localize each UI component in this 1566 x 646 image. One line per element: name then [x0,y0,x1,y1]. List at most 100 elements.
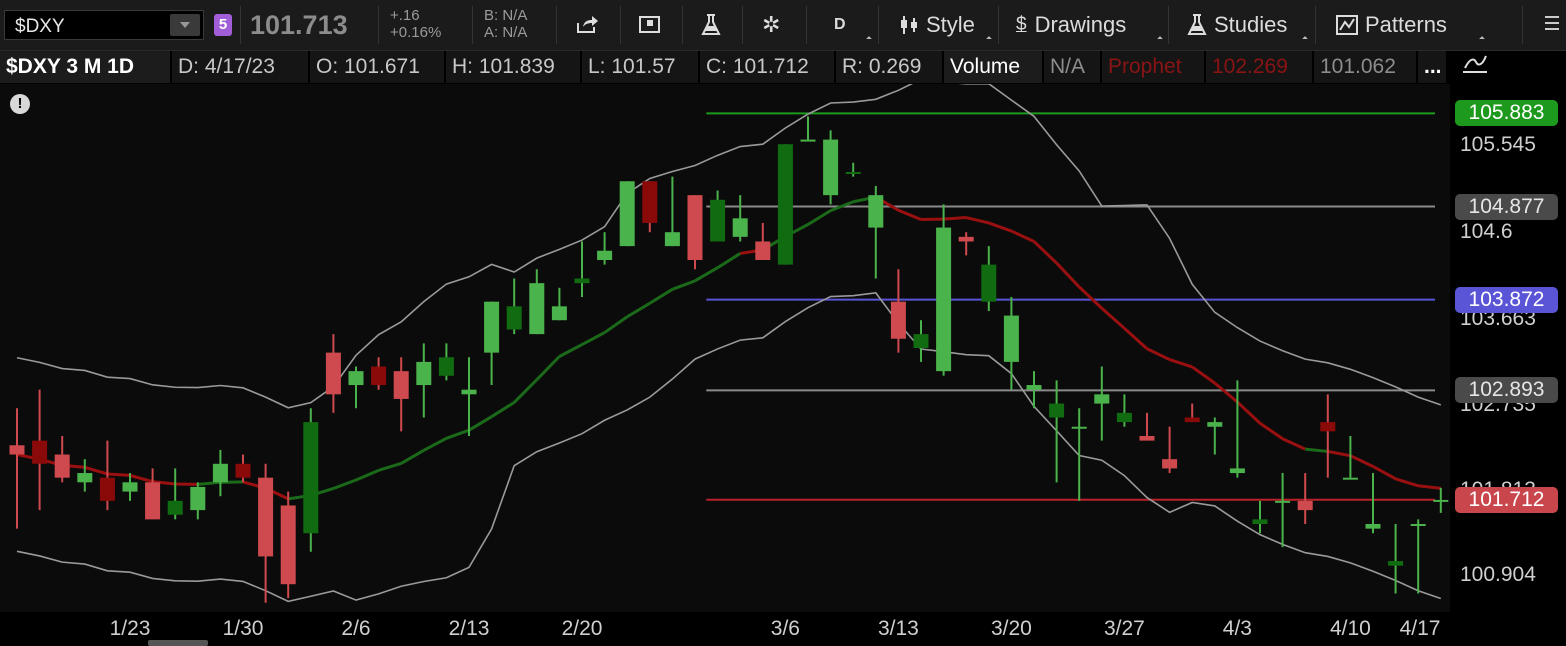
candle-body [1026,385,1042,390]
candle-body [936,227,952,372]
alert-button[interactable] [638,10,662,40]
candle-body [687,195,703,260]
moving-average-segment [943,216,967,221]
style-button[interactable]: Style [898,10,975,40]
candle-body [167,500,183,515]
toolbar-divider [742,6,743,44]
candle-body [1388,561,1404,566]
candle-body [1365,524,1381,529]
candle-body [325,352,341,395]
prophet-label[interactable]: Prophet [1102,51,1206,83]
toolbar-divider [1315,6,1316,44]
candle-body [1071,426,1087,429]
scrollbar-thumb[interactable] [148,640,208,646]
candle-body [800,139,816,142]
patterns-button[interactable]: Patterns [1335,10,1447,40]
settings-button[interactable]: ✲ [762,10,788,40]
candle-body [845,172,861,174]
chevron-down-icon [986,36,992,42]
candle-body [664,232,680,247]
moving-average-segment [107,472,131,477]
price-axis-label: 104.6 [1460,220,1513,244]
candle-body [32,440,48,464]
toolbar-divider [806,6,807,44]
toolbar-divider [472,6,473,44]
chevron-down-icon [1302,36,1308,42]
warning-icon[interactable]: ! [10,94,30,114]
date-axis-label: 2/20 [561,617,603,640]
volume-value: N/A [1044,51,1102,83]
date-axis-label: 3/27 [1103,617,1145,640]
candle-body [438,357,454,376]
candle-body [258,477,274,557]
toolbar-divider [682,6,683,44]
candle-body [1049,403,1065,418]
candle-body [9,445,25,455]
candle-body [732,218,748,237]
candle-body [77,473,93,483]
close-value: C: 101.712 [700,51,836,83]
candle-body [1229,468,1245,474]
date-axis-label: 2/13 [448,617,490,640]
bid-value: B: N/A [484,7,528,24]
chart-type-icon[interactable] [1462,52,1488,76]
date-axis-label: 1/30 [222,617,264,640]
volume-label[interactable]: Volume [944,51,1044,83]
toolbar-divider [378,6,379,44]
candle-body [574,278,590,284]
drawings-button[interactable]: $ Drawings [1016,10,1126,40]
date-axis-label: 2/6 [341,617,371,640]
style-label: Style [926,12,975,37]
symbol-dropdown-button[interactable] [170,14,200,36]
candle-body [1297,500,1313,511]
symbol-text: $DXY [15,16,65,37]
candle-body [1433,499,1449,502]
date-axis-label: 4/3 [1222,617,1252,640]
net-change-pct: +0.16% [390,24,442,41]
more-button[interactable]: ... [1418,51,1448,83]
date-axis-label: 4/17 [1399,617,1441,640]
candle-body [122,482,138,492]
candle-body [190,486,206,511]
price-axis-label: 105.545 [1460,132,1536,156]
prophet-value-2: 101.062 [1314,51,1418,83]
price-axis[interactable]: 105.545104.6103.663102.735101.813100.904… [1452,84,1566,612]
range-value: R: 0.269 [836,51,944,83]
price-chart[interactable] [0,84,1450,612]
candle-body [303,422,319,534]
candle-body [529,283,545,335]
price-tag: 101.712 [1455,486,1558,513]
menu-icon[interactable] [1545,16,1559,34]
ask-value: A: N/A [484,24,528,41]
studies-button[interactable]: Studies [1186,10,1287,40]
share-button[interactable] [575,10,599,40]
candle-body [1252,519,1268,524]
lab-button[interactable] [700,10,722,40]
symbol-input[interactable]: $DXY [4,10,204,40]
patterns-label: Patterns [1365,12,1447,37]
candle-body [981,264,997,302]
net-change: +.16 +0.16% [390,7,441,41]
candle-body [1094,394,1110,404]
symbol-period-label[interactable]: $DXY 3 M 1D [0,51,172,83]
last-price: 101.713 [250,10,348,40]
date-axis[interactable]: 1/23 1/30 2/6 2/13 2/20 3/6 3/13 3/20 3/27 4/3 4/1… [0,612,1450,646]
candle-body [393,371,409,399]
date-value: D: 4/17/23 [172,51,310,83]
candle-body [145,482,161,520]
drawings-label: Drawings [1034,12,1127,37]
candle-body [1410,524,1426,526]
link-group-badge[interactable]: 5 [214,14,232,36]
period-button[interactable]: D [834,10,846,40]
chevron-down-icon [866,36,872,42]
date-axis-label: 3/20 [990,617,1032,640]
candle-body [280,505,296,585]
flask-icon [1187,14,1207,35]
studies-label: Studies [1214,12,1288,37]
candle-body [619,181,635,247]
date-axis-label: 1/23 [109,617,151,640]
flag-icon [639,16,660,33]
candle-body [823,139,839,196]
candle-body [1162,459,1178,469]
candle-body [99,477,115,501]
